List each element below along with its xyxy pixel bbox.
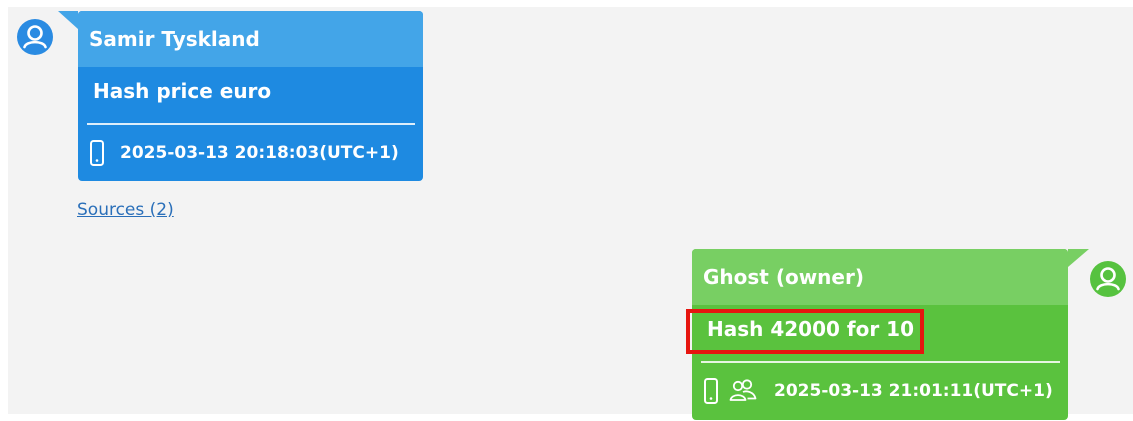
sender-avatar: [17, 19, 53, 55]
message-bubble-outgoing[interactable]: Ghost (owner) Hash 42000 for 10 2025-03-…: [686, 249, 1089, 420]
bubble-tail: [58, 11, 78, 29]
user-icon: [23, 25, 47, 49]
message-bubble-incoming[interactable]: Samir Tyskland Hash price euro 2025-03-1…: [58, 11, 423, 181]
message-footer: 2025-03-13 20:18:03(UTC+1): [78, 125, 423, 181]
bubble-tail: [1068, 249, 1089, 267]
message-text: Hash price euro: [93, 79, 272, 103]
message-timestamp: 2025-03-13 21:01:11(UTC+1): [774, 381, 1053, 401]
phone-icon: [90, 140, 104, 166]
message-footer: 2025-03-13 21:01:11(UTC+1): [692, 363, 1068, 419]
chat-panel: Samir Tyskland Hash price euro 2025-03-1…: [8, 7, 1133, 420]
message-sender: Samir Tyskland: [78, 11, 423, 67]
message-timestamp: 2025-03-13 20:18:03(UTC+1): [120, 143, 399, 163]
phone-icon: [704, 378, 718, 404]
user-icon: [1096, 267, 1120, 291]
owner-avatar: [1090, 261, 1126, 297]
message-text: Hash 42000 for 10: [707, 317, 914, 341]
group-icon: [728, 378, 758, 404]
sources-link[interactable]: Sources (2): [77, 200, 174, 220]
message-sender: Ghost (owner): [692, 249, 1068, 305]
